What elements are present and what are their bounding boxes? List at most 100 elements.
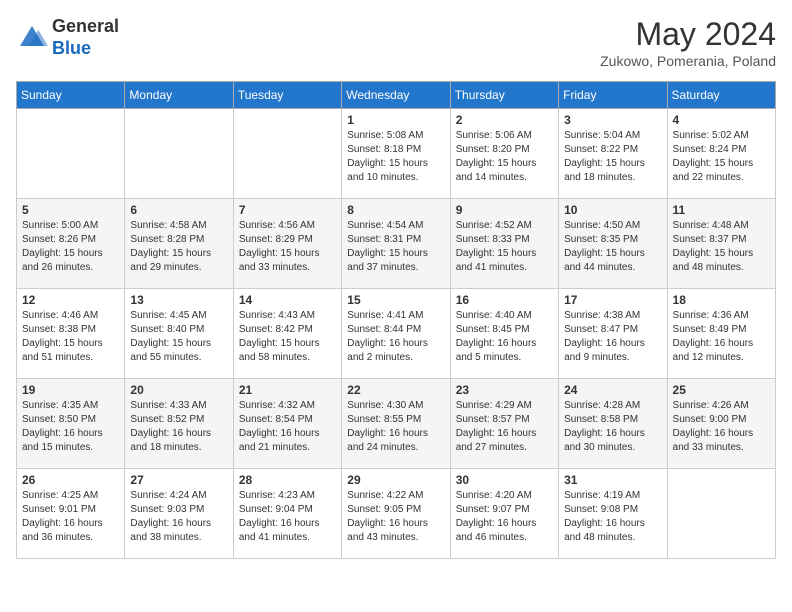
day-info: Sunrise: 4:46 AM Sunset: 8:38 PM Dayligh… [22, 309, 119, 365]
day-number: 12 [22, 293, 119, 307]
day-info: Sunrise: 4:22 AM Sunset: 9:05 PM Dayligh… [347, 489, 444, 545]
day-number: 8 [347, 203, 444, 217]
calendar-cell: 3 Sunrise: 5:04 AM Sunset: 8:22 PM Daylig… [559, 109, 667, 199]
page-header: General Blue May 2024 Zukowo, Pomerania,… [16, 16, 776, 69]
day-info: Sunrise: 4:30 AM Sunset: 8:55 PM Dayligh… [347, 399, 444, 455]
day-info: Sunrise: 5:04 AM Sunset: 8:22 PM Dayligh… [564, 129, 661, 185]
day-info: Sunrise: 5:06 AM Sunset: 8:20 PM Dayligh… [456, 129, 553, 185]
calendar-cell: 20 Sunrise: 4:33 AM Sunset: 8:52 PM Dayli… [125, 379, 233, 469]
calendar-cell: 16Sunrise: 4:40 AM Sunset: 8:45 PM Dayli… [450, 289, 558, 379]
title-block: May 2024 Zukowo, Pomerania, Poland [600, 16, 776, 69]
day-number: 19 [22, 383, 119, 397]
day-info: Sunrise: 4:20 AM Sunset: 9:07 PM Dayligh… [456, 489, 553, 545]
week-row-4: 19 Sunrise: 4:35 AM Sunset: 8:50 PM Dayli… [17, 379, 776, 469]
day-number: 20 [130, 383, 227, 397]
week-row-2: 5 Sunrise: 5:00 AM Sunset: 8:26 PM Daylig… [17, 199, 776, 289]
week-row-5: 26 Sunrise: 4:25 AM Sunset: 9:01 PM Dayli… [17, 469, 776, 559]
day-info: Sunrise: 4:25 AM Sunset: 9:01 PM Dayligh… [22, 489, 119, 545]
logo-icon [16, 22, 48, 54]
weekday-header-saturday: Saturday [667, 82, 775, 109]
day-info: Sunrise: 4:32 AM Sunset: 8:54 PM Dayligh… [239, 399, 336, 455]
day-info: Sunrise: 4:35 AM Sunset: 8:50 PM Dayligh… [22, 399, 119, 455]
day-number: 2 [456, 113, 553, 127]
calendar-cell: 31 Sunrise: 4:19 AM Sunset: 9:08 PM Dayli… [559, 469, 667, 559]
day-info: Sunrise: 4:33 AM Sunset: 8:52 PM Dayligh… [130, 399, 227, 455]
day-info: Sunrise: 4:36 AM Sunset: 8:49 PM Dayligh… [673, 309, 770, 365]
day-number: 11 [673, 203, 770, 217]
logo: General Blue [16, 16, 119, 59]
calendar-cell [667, 469, 775, 559]
calendar-cell [125, 109, 233, 199]
day-info: Sunrise: 4:43 AM Sunset: 8:42 PM Dayligh… [239, 309, 336, 365]
day-number: 3 [564, 113, 661, 127]
day-number: 5 [22, 203, 119, 217]
weekday-header-thursday: Thursday [450, 82, 558, 109]
calendar-cell: 29Sunrise: 4:22 AM Sunset: 9:05 PM Dayli… [342, 469, 450, 559]
calendar-table: SundayMondayTuesdayWednesdayThursdayFrid… [16, 81, 776, 559]
day-info: Sunrise: 4:24 AM Sunset: 9:03 PM Dayligh… [130, 489, 227, 545]
calendar-cell: 13 Sunrise: 4:45 AM Sunset: 8:40 PM Dayli… [125, 289, 233, 379]
calendar-cell: 19 Sunrise: 4:35 AM Sunset: 8:50 PM Dayli… [17, 379, 125, 469]
calendar-cell: 2 Sunrise: 5:06 AM Sunset: 8:20 PM Daylig… [450, 109, 558, 199]
day-info: Sunrise: 4:48 AM Sunset: 8:37 PM Dayligh… [673, 219, 770, 275]
day-info: Sunrise: 4:29 AM Sunset: 8:57 PM Dayligh… [456, 399, 553, 455]
month-year-title: May 2024 [600, 16, 776, 53]
calendar-cell: 27 Sunrise: 4:24 AM Sunset: 9:03 PM Dayli… [125, 469, 233, 559]
day-info: Sunrise: 4:28 AM Sunset: 8:58 PM Dayligh… [564, 399, 661, 455]
calendar-cell: 14 Sunrise: 4:43 AM Sunset: 8:42 PM Dayli… [233, 289, 341, 379]
weekday-header-sunday: Sunday [17, 82, 125, 109]
day-number: 30 [456, 473, 553, 487]
weekday-header-row: SundayMondayTuesdayWednesdayThursdayFrid… [17, 82, 776, 109]
day-number: 15 [347, 293, 444, 307]
calendar-cell: 6Sunrise: 4:58 AM Sunset: 8:28 PM Daylig… [125, 199, 233, 289]
day-number: 27 [130, 473, 227, 487]
day-number: 25 [673, 383, 770, 397]
day-info: Sunrise: 4:54 AM Sunset: 8:31 PM Dayligh… [347, 219, 444, 275]
day-number: 4 [673, 113, 770, 127]
day-number: 13 [130, 293, 227, 307]
calendar-cell: 9 Sunrise: 4:52 AM Sunset: 8:33 PM Daylig… [450, 199, 558, 289]
day-number: 17 [564, 293, 661, 307]
day-number: 18 [673, 293, 770, 307]
day-number: 21 [239, 383, 336, 397]
week-row-1: 1Sunrise: 5:08 AM Sunset: 8:18 PM Daylig… [17, 109, 776, 199]
day-info: Sunrise: 4:26 AM Sunset: 9:00 PM Dayligh… [673, 399, 770, 455]
location-subtitle: Zukowo, Pomerania, Poland [600, 53, 776, 69]
day-number: 6 [130, 203, 227, 217]
calendar-cell: 18 Sunrise: 4:36 AM Sunset: 8:49 PM Dayli… [667, 289, 775, 379]
day-info: Sunrise: 4:23 AM Sunset: 9:04 PM Dayligh… [239, 489, 336, 545]
day-info: Sunrise: 4:52 AM Sunset: 8:33 PM Dayligh… [456, 219, 553, 275]
day-number: 26 [22, 473, 119, 487]
day-number: 23 [456, 383, 553, 397]
day-info: Sunrise: 5:00 AM Sunset: 8:26 PM Dayligh… [22, 219, 119, 275]
day-info: Sunrise: 5:08 AM Sunset: 8:18 PM Dayligh… [347, 129, 444, 185]
calendar-cell: 15Sunrise: 4:41 AM Sunset: 8:44 PM Dayli… [342, 289, 450, 379]
calendar-cell: 22 Sunrise: 4:30 AM Sunset: 8:55 PM Dayli… [342, 379, 450, 469]
calendar-cell: 26 Sunrise: 4:25 AM Sunset: 9:01 PM Dayli… [17, 469, 125, 559]
day-number: 31 [564, 473, 661, 487]
day-number: 14 [239, 293, 336, 307]
calendar-cell: 25 Sunrise: 4:26 AM Sunset: 9:00 PM Dayli… [667, 379, 775, 469]
calendar-cell [233, 109, 341, 199]
calendar-cell: 17Sunrise: 4:38 AM Sunset: 8:47 PM Dayli… [559, 289, 667, 379]
day-number: 28 [239, 473, 336, 487]
day-info: Sunrise: 4:45 AM Sunset: 8:40 PM Dayligh… [130, 309, 227, 365]
calendar-cell: 11 Sunrise: 4:48 AM Sunset: 8:37 PM Dayli… [667, 199, 775, 289]
logo-general-text: General [52, 16, 119, 38]
day-info: Sunrise: 4:50 AM Sunset: 8:35 PM Dayligh… [564, 219, 661, 275]
weekday-header-tuesday: Tuesday [233, 82, 341, 109]
day-info: Sunrise: 5:02 AM Sunset: 8:24 PM Dayligh… [673, 129, 770, 185]
calendar-cell: 4 Sunrise: 5:02 AM Sunset: 8:24 PM Daylig… [667, 109, 775, 199]
calendar-cell: 12 Sunrise: 4:46 AM Sunset: 8:38 PM Dayli… [17, 289, 125, 379]
day-number: 7 [239, 203, 336, 217]
calendar-cell: 23 Sunrise: 4:29 AM Sunset: 8:57 PM Dayli… [450, 379, 558, 469]
day-number: 9 [456, 203, 553, 217]
calendar-cell: 5 Sunrise: 5:00 AM Sunset: 8:26 PM Daylig… [17, 199, 125, 289]
day-info: Sunrise: 4:19 AM Sunset: 9:08 PM Dayligh… [564, 489, 661, 545]
calendar-cell [17, 109, 125, 199]
day-info: Sunrise: 4:40 AM Sunset: 8:45 PM Dayligh… [456, 309, 553, 365]
day-info: Sunrise: 4:56 AM Sunset: 8:29 PM Dayligh… [239, 219, 336, 275]
day-number: 22 [347, 383, 444, 397]
calendar-cell: 10Sunrise: 4:50 AM Sunset: 8:35 PM Dayli… [559, 199, 667, 289]
logo-blue-text: Blue [52, 38, 119, 60]
